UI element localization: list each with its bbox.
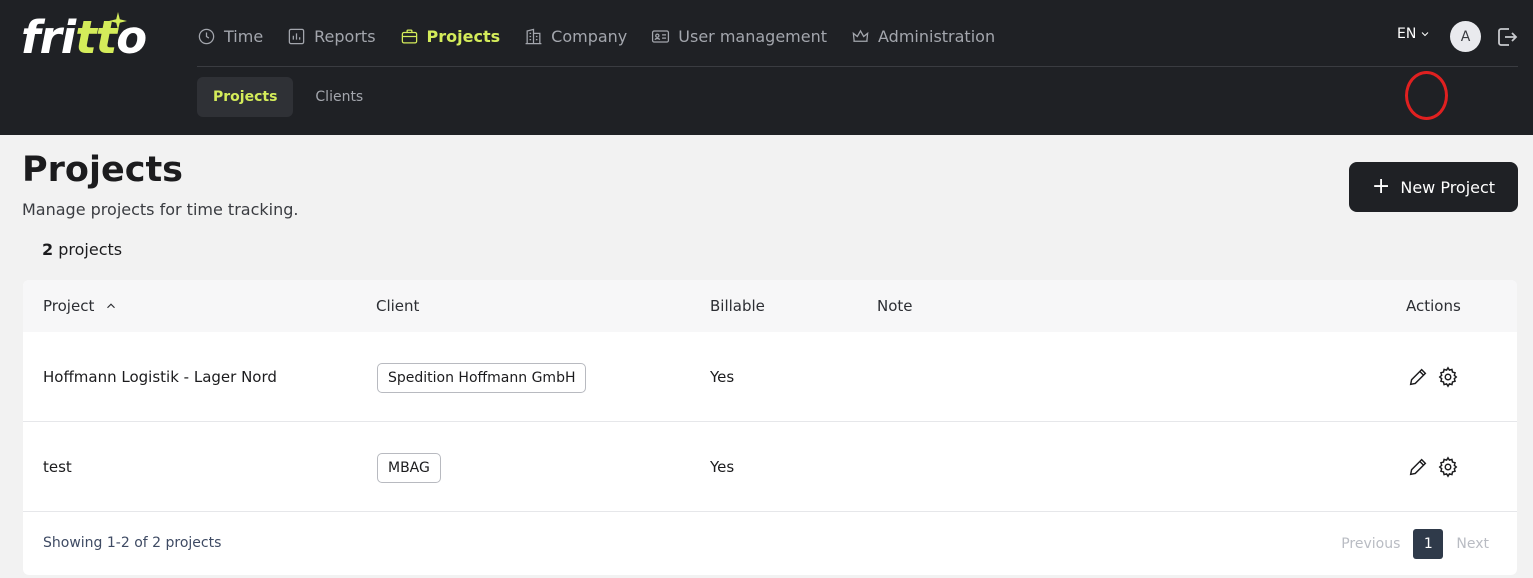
building-icon <box>525 28 542 44</box>
fritto-logo[interactable]: fritto <box>21 12 147 62</box>
top-header: fritto Time Reports Projects Company Use… <box>0 0 1533 135</box>
column-header-billable: Billable <box>710 297 765 315</box>
language-label: EN <box>1397 26 1417 42</box>
main-nav: Time Reports Projects Company User manag… <box>197 20 1019 52</box>
sub-nav: Projects Clients <box>197 77 385 117</box>
nav-label: Reports <box>314 26 376 46</box>
table-header: Project Client Billable Note Actions <box>23 280 1517 332</box>
nav-label: Time <box>224 26 264 46</box>
logout-icon <box>1498 28 1518 46</box>
nav-label: Company <box>551 26 628 46</box>
nav-label: Projects <box>426 26 501 46</box>
column-header-client: Client <box>376 297 420 315</box>
annotation-circle <box>1405 71 1448 120</box>
nav-item-time[interactable]: Time <box>197 27 263 46</box>
subnav-item-projects[interactable]: Projects <box>197 77 294 117</box>
next-page-button[interactable]: Next <box>1456 536 1489 552</box>
edit-button[interactable] <box>1407 366 1429 388</box>
gear-icon <box>1438 456 1458 478</box>
client-badge: MBAG <box>377 453 441 483</box>
briefcase-icon <box>401 29 417 43</box>
previous-page-button[interactable]: Previous <box>1341 536 1400 552</box>
project-count-number: 2 <box>42 240 54 259</box>
showing-summary: Showing 1-2 of 2 projects <box>43 535 222 551</box>
column-header-actions: Actions <box>1406 297 1461 315</box>
billable-value: Yes <box>710 458 735 476</box>
project-count-label: projects <box>53 240 123 259</box>
nav-item-user-management[interactable]: User management <box>651 27 827 46</box>
settings-button[interactable] <box>1437 456 1459 478</box>
avatar[interactable]: A <box>1450 21 1481 52</box>
project-name: Hoffmann Logistik - Lager Nord <box>43 368 277 386</box>
settings-button[interactable] <box>1437 366 1459 388</box>
page-title: Projects <box>22 150 184 190</box>
page-number-button[interactable]: 1 <box>1413 529 1444 559</box>
client-badge: Spedition Hoffmann GmbH <box>377 363 587 393</box>
chevron-up-icon <box>107 303 116 309</box>
logout-button[interactable] <box>1495 25 1519 49</box>
nav-item-administration[interactable]: Administration <box>851 27 995 46</box>
column-header-note: Note <box>877 297 913 315</box>
avatar-initial: A <box>1460 28 1471 45</box>
language-selector[interactable]: EN <box>1397 26 1431 42</box>
project-count: 2 projects <box>42 240 122 259</box>
subnav-item-clients[interactable]: Clients <box>299 77 379 117</box>
plus-icon: + <box>1371 174 1391 199</box>
nav-item-projects[interactable]: Projects <box>400 26 501 46</box>
column-label: Project <box>43 297 95 315</box>
clock-icon <box>198 28 215 44</box>
chart-icon <box>288 28 305 44</box>
sparkle-icon <box>109 12 127 30</box>
page-subtitle: Manage projects for time tracking. <box>22 200 299 219</box>
table-row: test MBAG Yes <box>23 422 1517 512</box>
nav-label: Administration <box>878 26 996 46</box>
header-divider <box>197 66 1518 67</box>
table-footer: Showing 1-2 of 2 projects Previous 1 Nex… <box>23 513 1517 575</box>
edit-button[interactable] <box>1407 456 1429 478</box>
nav-item-reports[interactable]: Reports <box>287 26 376 46</box>
gear-icon <box>1438 366 1458 388</box>
billable-value: Yes <box>710 368 735 386</box>
nav-label: User management <box>678 26 827 46</box>
id-card-icon <box>652 29 670 43</box>
pencil-icon <box>1409 458 1427 476</box>
project-name: test <box>43 458 72 476</box>
pagination: Previous 1 Next <box>1341 529 1489 559</box>
table-row: Hoffmann Logistik - Lager Nord Spedition… <box>23 332 1517 422</box>
new-project-button[interactable]: + New Project <box>1349 162 1518 212</box>
crown-icon <box>852 29 869 42</box>
new-project-label: New Project <box>1400 177 1496 197</box>
nav-item-company[interactable]: Company <box>524 27 627 46</box>
column-header-project[interactable]: Project <box>43 297 118 315</box>
pencil-icon <box>1409 368 1427 386</box>
projects-table: Project Client Billable Note Actions Hof… <box>23 280 1517 575</box>
chevron-down-icon <box>1421 32 1429 37</box>
